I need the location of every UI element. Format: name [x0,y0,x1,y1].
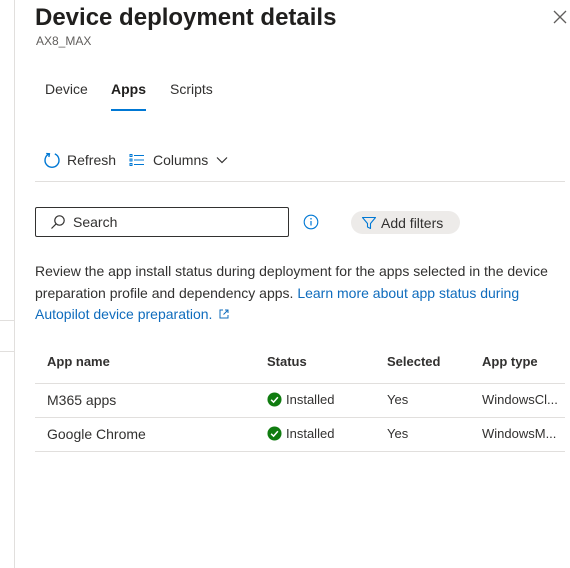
background-page-edge [0,0,15,568]
column-header-selected[interactable]: Selected [387,354,440,369]
refresh-label: Refresh [67,152,117,168]
command-bar: Refresh Columns [35,146,565,174]
app-name-link[interactable]: M365 apps [47,392,116,408]
external-link-icon [219,309,229,319]
status-cell: Installed [267,392,334,407]
status-text: Installed [286,392,335,407]
info-icon[interactable] [303,214,319,230]
app-name-link[interactable]: Google Chrome [47,426,146,442]
toolbar-divider [35,181,565,182]
success-check-icon [267,392,282,407]
status-cell: Installed [267,426,334,441]
panel-title: Device deployment details [35,4,337,31]
search-box[interactable]: Search [35,207,289,237]
table-row: Google Chrome Installed Yes WindowsM... [35,418,565,452]
close-icon [553,10,567,24]
background-divider [0,320,14,321]
background-divider [0,351,14,352]
selected-cell: Yes [387,426,409,441]
search-icon [51,215,65,229]
refresh-button[interactable]: Refresh [43,146,116,174]
tab-apps[interactable]: Apps [111,80,146,112]
add-filters-button[interactable]: Add filters [351,211,460,234]
column-header-app-name[interactable]: App name [47,354,110,369]
apps-table: App name Status Selected App type M365 a… [35,340,565,452]
table-row: M365 apps Installed Yes WindowsCl... [35,384,565,418]
deployment-details-panel: Device deployment details AX8_MAX Device… [15,0,570,568]
columns-button[interactable]: Columns [129,146,228,174]
filter-icon [361,216,377,229]
refresh-icon [44,152,60,169]
columns-label: Columns [153,152,209,168]
search-placeholder: Search [73,214,118,230]
column-header-status[interactable]: Status [267,354,307,369]
status-text: Installed [286,426,335,441]
columns-list-icon [129,154,144,166]
selected-cell: Yes [387,392,409,407]
info-circle-icon [303,214,319,230]
apps-description: Review the app install status during dep… [35,261,560,326]
success-check-icon [267,426,282,441]
tab-scripts[interactable]: Scripts [170,80,213,112]
column-header-app-type[interactable]: App type [482,354,565,369]
app-type-cell: WindowsM... [482,426,557,441]
add-filters-label: Add filters [381,214,444,231]
app-type-cell: WindowsCl... [482,392,558,407]
tab-device[interactable]: Device [45,80,88,112]
close-button[interactable] [551,8,569,26]
device-name-subtitle: AX8_MAX [36,34,92,48]
chevron-down-icon [216,157,228,164]
table-header-row: App name Status Selected App type [35,340,565,384]
